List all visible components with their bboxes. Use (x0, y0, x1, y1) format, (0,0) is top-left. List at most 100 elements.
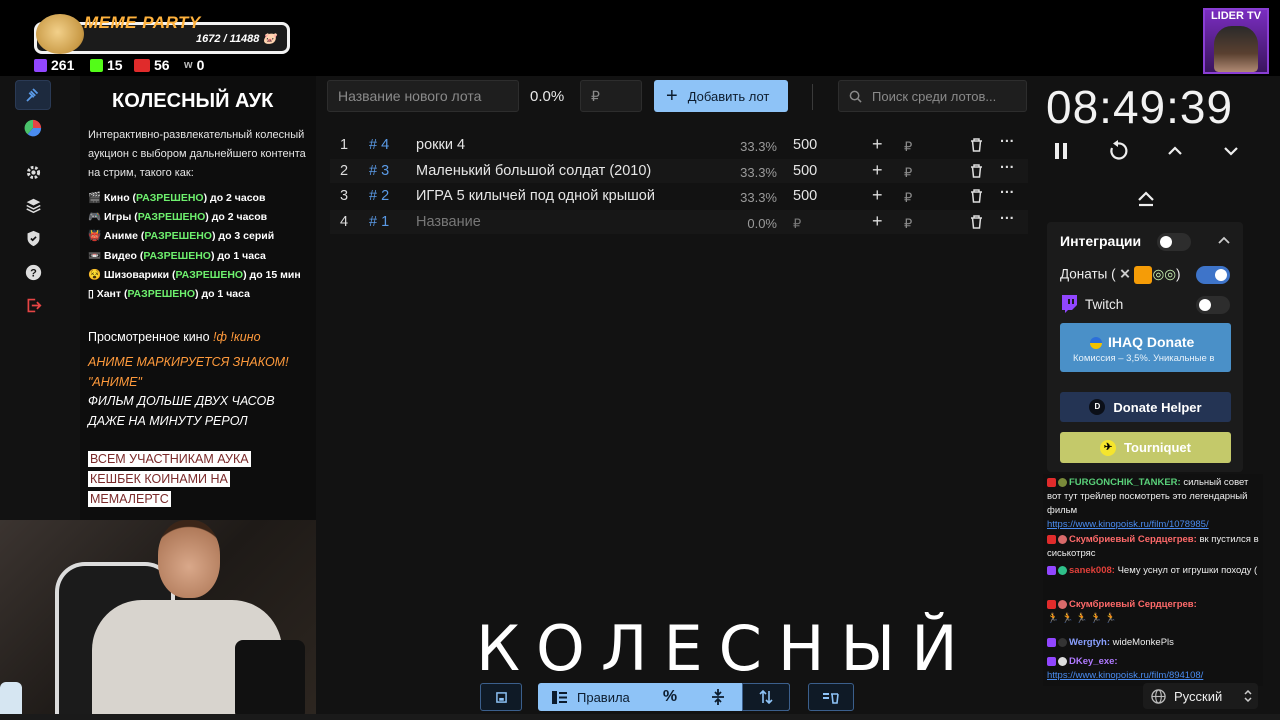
lot-add-amount-input[interactable]: ₽ (904, 139, 912, 155)
sidebar-item-auction[interactable] (15, 80, 51, 110)
streamer-head (158, 520, 220, 598)
donations-label: Донаты ( ✕ ◎◎) (1060, 266, 1181, 284)
rule-item: 👹 Аниме (РАЗРЕШЕНО) до 3 серий (88, 230, 275, 242)
sidebar-item-help[interactable]: ? (15, 257, 51, 287)
twitch-toggle[interactable] (1196, 296, 1230, 314)
lot-add-amount-input[interactable]: ₽ (904, 190, 912, 206)
sort-icon (759, 690, 773, 704)
rules-button[interactable]: Правила (538, 683, 646, 711)
trash-icon[interactable] (970, 138, 983, 152)
lot-add-amount-input[interactable]: ₽ (904, 165, 912, 181)
lot-name[interactable]: Маленький большой солдат (2010) (416, 163, 651, 179)
trash-icon[interactable] (970, 189, 983, 203)
chat-message: Скумбриевый Сердцегрев: 🏃 🏃 🏃 🏃 🏃 (1047, 599, 1197, 624)
avatar (1058, 656, 1067, 666)
donations-toggle[interactable] (1196, 266, 1230, 284)
sidebar-item-layers[interactable] (15, 190, 51, 220)
lot-number: # 1 (369, 214, 390, 230)
twitch-label: Twitch (1085, 297, 1124, 312)
viewer-stat-live: 56 (134, 57, 170, 73)
chevron-up-icon[interactable] (1218, 236, 1230, 244)
more-options-icon[interactable]: ··· (1000, 134, 1015, 150)
add-lot-button[interactable]: + Добавить лот (654, 80, 788, 112)
kick-icon (90, 58, 103, 72)
donate-helper-button[interactable]: D Donate Helper (1060, 392, 1231, 422)
sidebar-item-security[interactable] (15, 223, 51, 253)
new-lot-input[interactable]: Название нового лота (327, 80, 519, 112)
streamer-avatar (1214, 26, 1258, 72)
save-button[interactable] (480, 683, 522, 711)
lot-amount-input[interactable]: ₽ (793, 216, 801, 232)
plus-icon: + (666, 85, 678, 107)
lot-number: # 2 (369, 188, 390, 204)
timer-decrease-button[interactable] (1216, 138, 1246, 164)
new-lot-percent: 0.0% (530, 88, 565, 105)
sidebar-item-settings[interactable] (15, 157, 51, 187)
lot-percent: 33.3% (740, 139, 777, 154)
lot-amount[interactable]: 500 (793, 137, 817, 153)
lot-name[interactable]: ИГРА 5 килычей под одной крышой (416, 188, 655, 204)
add-amount-button[interactable]: + (872, 211, 883, 232)
percent-toggle-button[interactable]: % (646, 683, 694, 711)
trash-icon[interactable] (970, 164, 983, 178)
sort-button[interactable] (742, 683, 790, 711)
live-badge-icon (1047, 477, 1056, 487)
more-options-icon[interactable]: ··· (1000, 160, 1015, 176)
logout-icon (27, 298, 42, 312)
avatar (1058, 565, 1067, 575)
rules-description: Интерактивно-развлекательный колесный ау… (88, 129, 306, 179)
pie-wheel-icon (24, 119, 42, 137)
collapse-panel-icon[interactable] (1131, 188, 1161, 210)
lot-row[interactable]: 2 # 3 Маленький большой солдат (2010) 33… (330, 159, 1028, 183)
chat-link[interactable]: https://www.kinopoisk.ru/film/894108/ (1047, 670, 1203, 681)
lot-name-input[interactable]: Название (416, 214, 481, 230)
add-amount-button[interactable]: + (872, 185, 883, 206)
lot-number: # 3 (369, 163, 390, 179)
clear-lots-button[interactable] (808, 683, 854, 711)
percent-icon: % (662, 688, 678, 705)
trash-icon[interactable] (970, 215, 983, 229)
avatar (1058, 534, 1067, 544)
new-lot-amount-input[interactable]: ₽ (580, 80, 642, 112)
integrations-title: Интеграции (1060, 233, 1142, 249)
rule-item: 📼 Видео (РАЗРЕШЕНО) до 1 часа (88, 250, 266, 262)
avatar (1058, 599, 1067, 609)
rule-item: 😵 Шизоварики (РАЗРЕШЕНО) до 15 мин (88, 269, 301, 281)
w-icon: w (184, 59, 193, 71)
lot-row-empty[interactable]: 4 # 1 Название 0.0% ₽ + ₽ ··· (330, 210, 1028, 234)
reset-icon (1110, 140, 1128, 160)
doge-icon (36, 14, 84, 54)
more-options-icon[interactable]: ··· (1000, 211, 1015, 227)
lot-row[interactable]: 1 # 4 рокки 4 33.3% 500 + ₽ ··· (330, 133, 1028, 157)
sidebar-item-logout[interactable] (15, 290, 51, 320)
sidebar-item-wheel[interactable] (15, 113, 51, 143)
chat-link[interactable]: https://www.kinopoisk.ru/film/1078985/ (1047, 519, 1209, 530)
lot-search-input[interactable]: Поиск среди лотов... (838, 80, 1027, 112)
language-select[interactable]: Русский (1143, 683, 1258, 709)
anime-notice: АНИМЕ МАРКИРУЕТСЯ ЗНАКОМ! (88, 355, 289, 369)
lot-amount[interactable]: 500 (793, 163, 817, 179)
chat-message: Скумбриевый Сердцегрев: вк пустился в си… (1047, 534, 1259, 559)
chat-message: DKey_exe: https://www.kinopoisk.ru/film/8… (1047, 656, 1204, 681)
add-amount-button[interactable]: + (872, 160, 883, 181)
tourniquet-button[interactable]: ✈ Tourniquet (1060, 432, 1231, 463)
more-options-icon[interactable]: ··· (1000, 185, 1015, 201)
reset-timer-button[interactable] (1103, 138, 1133, 164)
compress-button[interactable] (694, 683, 742, 711)
twitch-badge-icon (1047, 637, 1056, 647)
add-amount-button[interactable]: + (872, 134, 883, 155)
lot-add-amount-input[interactable]: ₽ (904, 216, 912, 232)
live-badge-icon (1047, 599, 1056, 609)
clear-icon (823, 692, 839, 704)
lot-amount[interactable]: 500 (793, 188, 817, 204)
lot-index: 4 (340, 214, 349, 230)
pause-button[interactable] (1046, 138, 1076, 164)
avatar (1058, 637, 1067, 647)
lot-row[interactable]: 3 # 2 ИГРА 5 килычей под одной крышой 33… (330, 184, 1028, 208)
lot-index: 1 (340, 137, 349, 153)
lot-name[interactable]: рокки 4 (416, 137, 465, 153)
timer-increase-button[interactable] (1160, 138, 1190, 164)
integrations-toggle[interactable] (1157, 233, 1191, 251)
avatar (1058, 477, 1067, 487)
cashback-notice-2: КЕШБЕК КОИНАМИ НА (88, 471, 230, 487)
